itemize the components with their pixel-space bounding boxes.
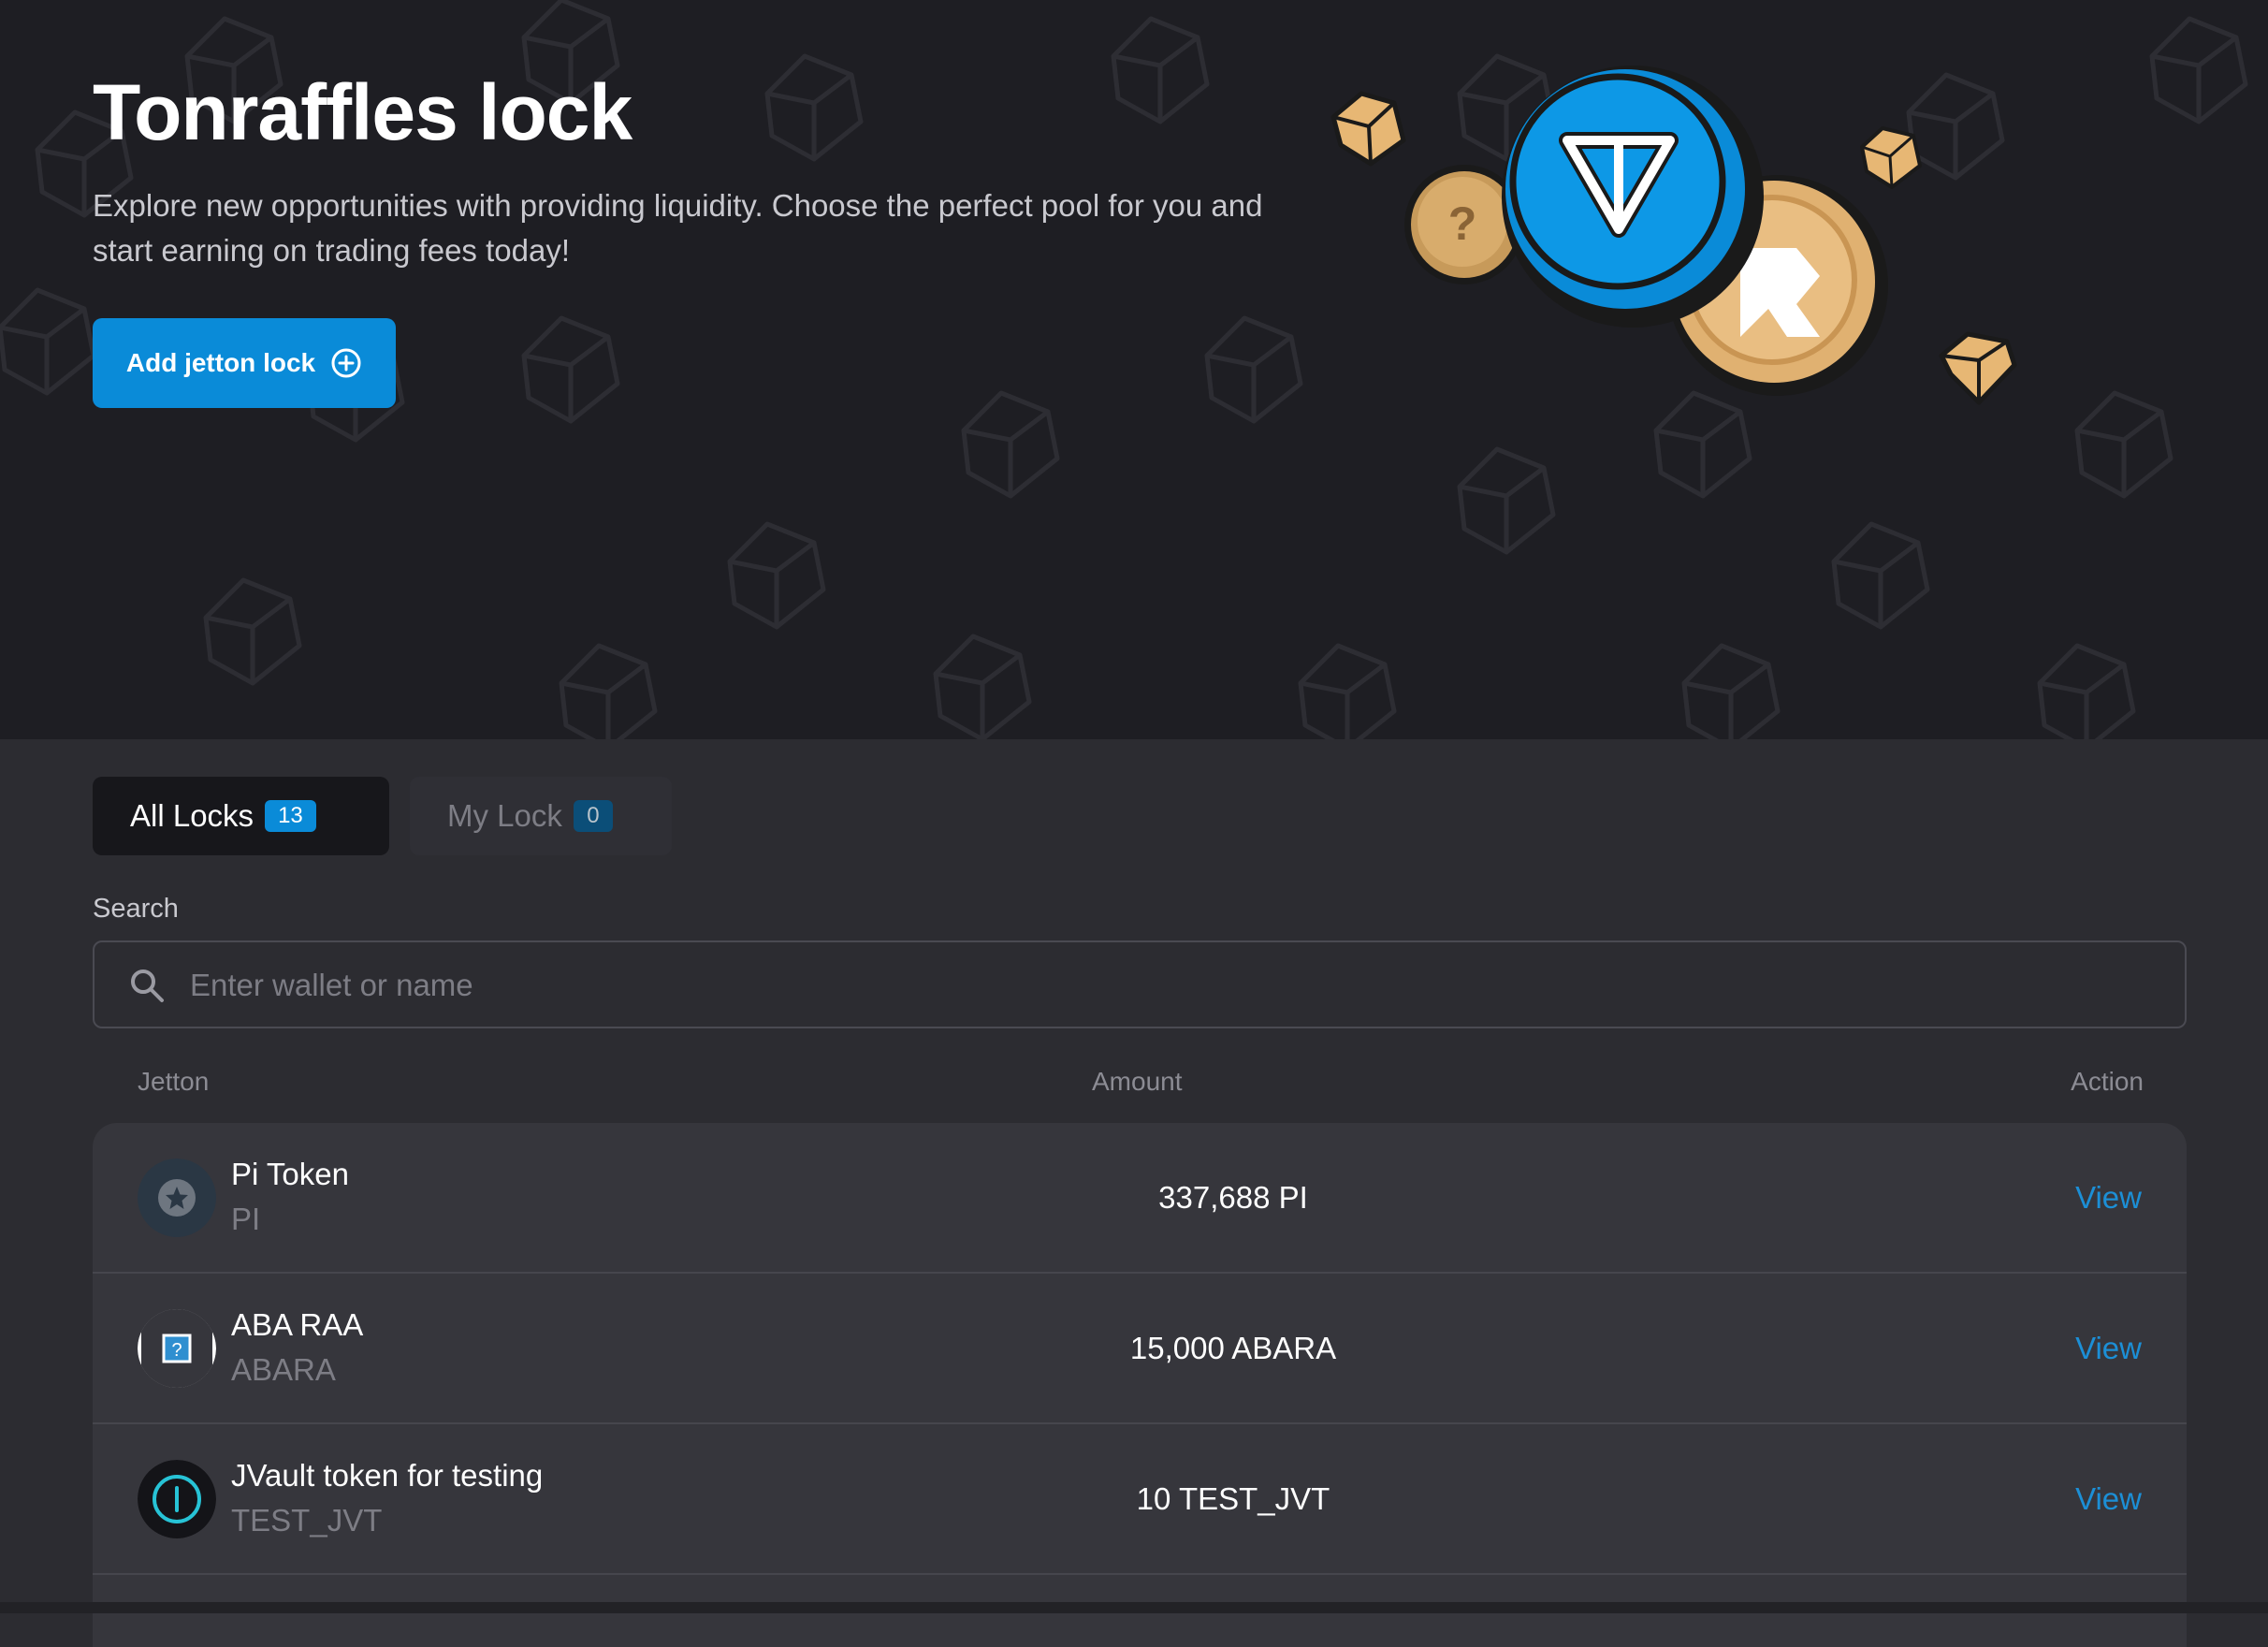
view-link[interactable]: View bbox=[2075, 1424, 2142, 1573]
star-coin-icon bbox=[138, 1159, 216, 1237]
add-jetton-lock-label: Add jetton lock bbox=[125, 348, 316, 377]
ton-coin-icon bbox=[1502, 66, 1764, 328]
coins-illustration: ? bbox=[1330, 66, 2017, 405]
search-label: Search bbox=[93, 894, 179, 924]
token-name: JVault token for testing bbox=[231, 1458, 544, 1493]
token-name: ABA RAA bbox=[231, 1307, 364, 1342]
page-title: Tonraffles lock bbox=[93, 68, 632, 156]
tab-all-locks-label: All Locks bbox=[130, 798, 254, 833]
view-link[interactable]: View bbox=[2075, 1123, 2142, 1272]
table-row: ? ABA RAA ABARA 15,000 ABARA View bbox=[93, 1274, 2187, 1424]
question-box-icon: ? bbox=[138, 1309, 216, 1388]
tab-my-lock-label: My Lock bbox=[447, 798, 562, 833]
table-row: JVault token for testing TEST_JVT 10 TES… bbox=[93, 1424, 2187, 1575]
column-header-action: Action bbox=[2071, 1067, 2144, 1096]
gold-diamond-icon bbox=[1330, 91, 1406, 167]
page-bottom-edge bbox=[0, 1602, 2268, 1613]
table-row: Pi Token PI 337,688 PI View bbox=[93, 1123, 2187, 1274]
view-link[interactable]: View bbox=[2075, 1274, 2142, 1422]
hero-section: Tonraffles lock Explore new opportunitie… bbox=[0, 0, 2268, 739]
lock-tabs: All Locks 13 My Lock 0 bbox=[93, 777, 672, 855]
svg-text:?: ? bbox=[1448, 197, 1477, 250]
gold-diamond-icon bbox=[1860, 126, 1922, 189]
page-description: Explore new opportunities with providing… bbox=[93, 188, 1263, 268]
token-symbol: PI bbox=[231, 1202, 261, 1236]
power-ring-icon bbox=[138, 1460, 216, 1538]
column-header-amount: Amount bbox=[1092, 1067, 1183, 1096]
lock-amount: 337,688 PI bbox=[1158, 1180, 1308, 1215]
token-symbol: TEST_JVT bbox=[231, 1503, 383, 1538]
lock-amount: 10 TEST_JVT bbox=[1136, 1481, 1330, 1516]
count-badge: 0 bbox=[573, 800, 613, 832]
add-jetton-lock-button[interactable]: Add jetton lock bbox=[93, 318, 396, 408]
search-field[interactable] bbox=[93, 940, 2187, 1028]
count-badge: 13 bbox=[265, 800, 316, 832]
tab-my-lock[interactable]: My Lock 0 bbox=[410, 777, 672, 855]
search-icon bbox=[131, 969, 164, 1002]
search-input[interactable] bbox=[188, 942, 2157, 1028]
locks-table: Pi Token PI 337,688 PI View ? ABA RAA AB… bbox=[93, 1123, 2187, 1647]
column-header-jetton: Jetton bbox=[138, 1067, 210, 1096]
tab-all-locks[interactable]: All Locks 13 bbox=[93, 777, 389, 855]
gold-diamond-icon bbox=[1939, 331, 2017, 405]
plus-circle-icon bbox=[331, 348, 361, 378]
svg-text:?: ? bbox=[171, 1340, 182, 1361]
token-name: Pi Token bbox=[231, 1157, 349, 1191]
token-symbol: ABARA bbox=[231, 1352, 336, 1387]
lock-amount: 15,000 ABARA bbox=[1129, 1331, 1337, 1365]
